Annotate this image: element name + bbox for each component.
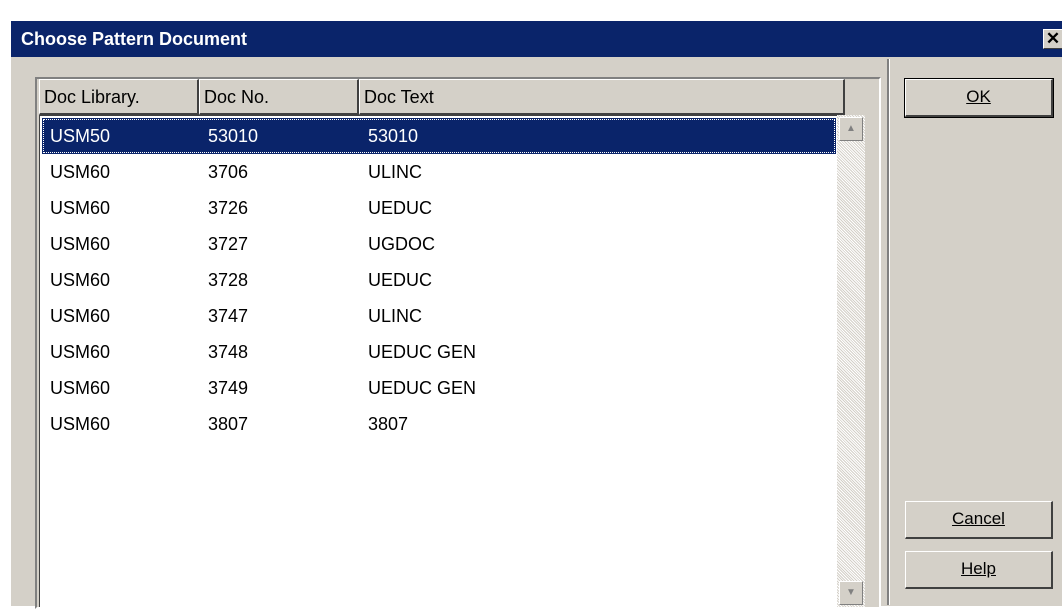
cell-doc-library: USM60	[50, 234, 111, 254]
close-icon[interactable]: ✕	[1043, 29, 1062, 49]
document-list[interactable]: USM50 53010 53010 USM60 3706 ULINC USM60 3726 UE…	[39, 115, 837, 607]
document-grid: Doc Library. Doc No. Doc Text USM50 53010…	[35, 77, 881, 609]
cell-doc-text: 53010	[368, 126, 419, 146]
pane-divider	[887, 59, 890, 605]
cell-doc-library: USM60	[50, 342, 111, 362]
table-row[interactable]: USM60 3726 UEDUC	[42, 190, 836, 226]
cell-doc-no: 3749	[208, 378, 249, 398]
scroll-down-icon[interactable]: ▼	[839, 581, 863, 605]
cell-doc-text: UEDUC	[368, 270, 433, 290]
column-header-doc-library[interactable]: Doc Library.	[39, 79, 199, 115]
ok-button-label: OK	[966, 87, 991, 106]
table-row[interactable]: USM50 53010 53010	[42, 118, 836, 154]
ok-button[interactable]: OK	[904, 78, 1054, 118]
cell-doc-library: USM60	[50, 198, 111, 218]
choose-pattern-document-dialog: Choose Pattern Document ✕ Doc Library. D…	[10, 20, 1062, 609]
cell-doc-no: 3706	[208, 162, 249, 182]
cell-doc-text: UEDUC GEN	[368, 342, 477, 362]
cell-doc-library: USM60	[50, 378, 111, 398]
cell-doc-no: 3747	[208, 306, 249, 326]
cell-doc-no: 53010	[208, 126, 259, 146]
help-button-label: Help	[961, 559, 996, 578]
cell-doc-text: UEDUC GEN	[368, 378, 477, 398]
cancel-button-label: Cancel	[952, 509, 1005, 528]
column-headers: Doc Library. Doc No. Doc Text	[39, 79, 845, 115]
table-row[interactable]: USM60 3727 UGDOC	[42, 226, 836, 262]
list-pane: Doc Library. Doc No. Doc Text USM50 53010…	[13, 59, 885, 609]
cell-doc-no: 3726	[208, 198, 249, 218]
table-row[interactable]: USM60 3748 UEDUC GEN	[42, 334, 836, 370]
table-row[interactable]: USM60 3807 3807	[42, 406, 836, 442]
cell-doc-text: 3807	[368, 414, 409, 434]
cancel-button[interactable]: Cancel	[905, 501, 1053, 539]
table-row[interactable]: USM60 3728 UEDUC	[42, 262, 836, 298]
dialog-title: Choose Pattern Document	[21, 29, 248, 49]
cell-doc-text: ULINC	[368, 306, 423, 326]
table-row[interactable]: USM60 3749 UEDUC GEN	[42, 370, 836, 406]
cell-doc-library: USM60	[50, 306, 111, 326]
vertical-scrollbar[interactable]: ▲ ▼	[837, 115, 865, 607]
cell-doc-no: 3807	[208, 414, 249, 434]
cell-doc-library: USM50	[50, 126, 111, 146]
help-button[interactable]: Help	[905, 551, 1053, 589]
table-row[interactable]: USM60 3706 ULINC	[42, 154, 836, 190]
column-header-doc-text[interactable]: Doc Text	[359, 79, 845, 115]
column-header-doc-no[interactable]: Doc No.	[199, 79, 359, 115]
cell-doc-library: USM60	[50, 162, 111, 182]
table-row[interactable]: USM60 3747 ULINC	[42, 298, 836, 334]
cell-doc-library: USM60	[50, 270, 111, 290]
cell-doc-text: UGDOC	[368, 234, 435, 254]
cell-doc-no: 3727	[208, 234, 249, 254]
scroll-up-icon[interactable]: ▲	[839, 117, 863, 141]
cell-doc-library: USM60	[50, 414, 111, 434]
cell-doc-text: ULINC	[368, 162, 423, 182]
cell-doc-text: UEDUC	[368, 198, 433, 218]
cell-doc-no: 3728	[208, 270, 249, 290]
cell-doc-no: 3748	[208, 342, 249, 362]
title-bar[interactable]: Choose Pattern Document ✕	[11, 21, 1062, 57]
